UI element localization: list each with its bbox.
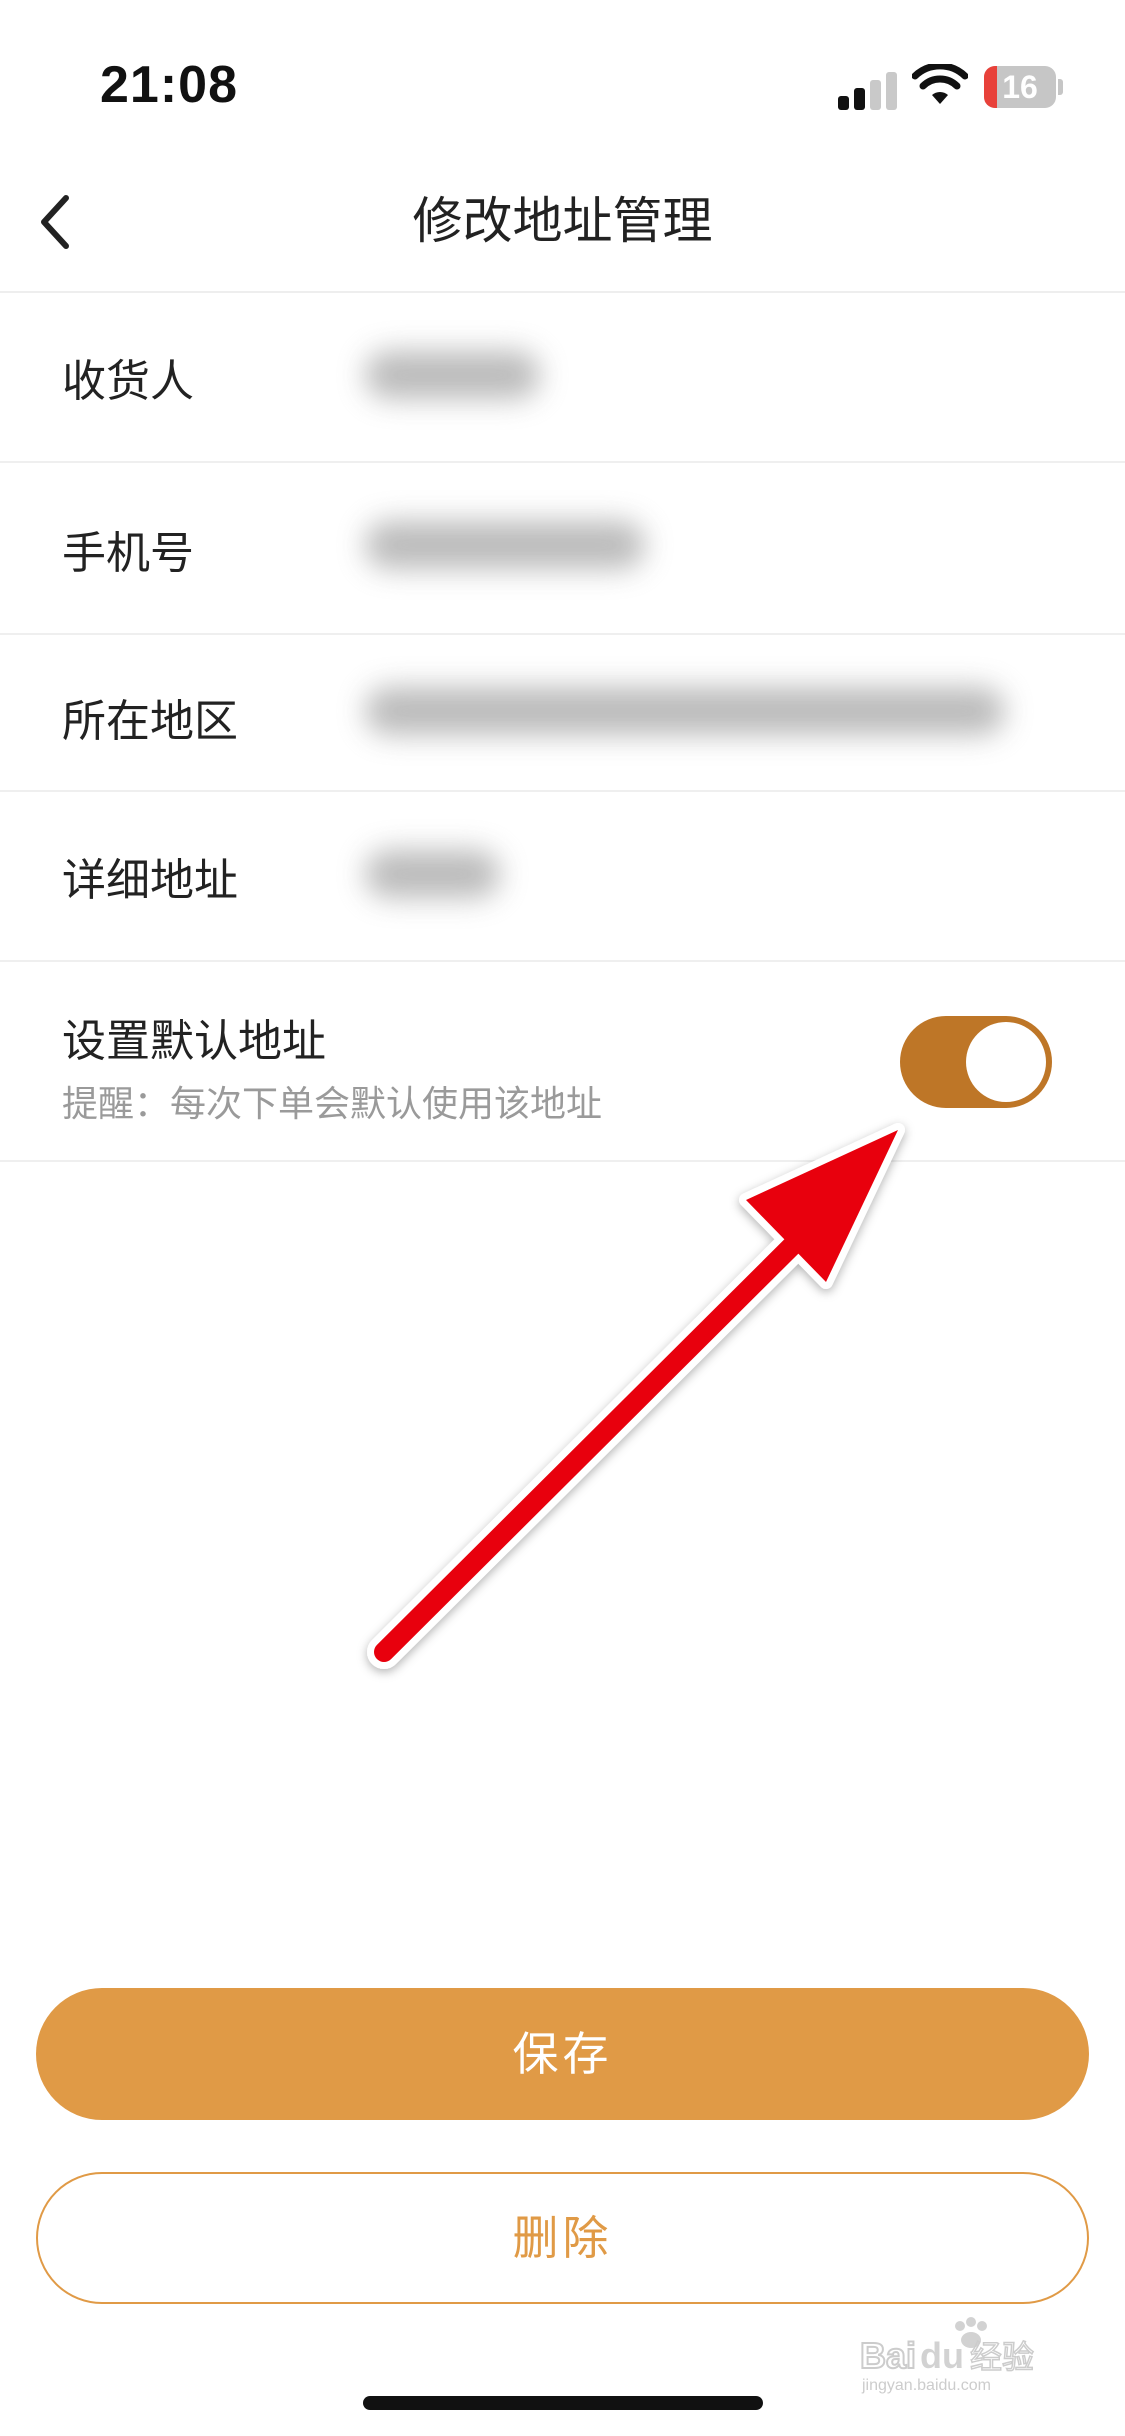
- chevron-left-icon[interactable]: [30, 182, 100, 262]
- form-row-region[interactable]: 所在地区: [0, 635, 1125, 792]
- receiver-label: 收货人: [62, 357, 194, 406]
- default-address-hint: 提醒：每次下单会默认使用该地址: [62, 1083, 603, 1124]
- status-bar: 21:08 16: [0, 0, 1125, 150]
- svg-text:du: du: [920, 2335, 964, 2376]
- baidu-jingyan-watermark-logo: Bai du 经验 jingyan.baidu.com: [859, 2317, 1035, 2394]
- page-title: 修改地址管理: [412, 193, 713, 249]
- status-time: 21:08: [100, 56, 238, 114]
- toggle-knob: [966, 1022, 1046, 1102]
- form-row-receiver[interactable]: 收货人: [0, 293, 1125, 463]
- wifi-icon: [912, 64, 968, 104]
- region-field-redacted[interactable]: [365, 687, 1005, 735]
- cellular-signal-icon: [838, 70, 898, 110]
- detail-address-label: 详细地址: [62, 856, 238, 905]
- svg-text:Bai: Bai: [860, 2335, 916, 2376]
- battery-icon: 16: [984, 66, 1063, 108]
- save-button[interactable]: 保存: [36, 1988, 1089, 2120]
- svg-text:jingyan.baidu.com: jingyan.baidu.com: [861, 2377, 991, 2394]
- default-address-label: 设置默认地址: [62, 1017, 326, 1066]
- phone-field-redacted[interactable]: [365, 521, 645, 569]
- nav-bar: 修改地址管理: [0, 150, 1125, 293]
- form-row-detail-address[interactable]: 详细地址: [0, 792, 1125, 962]
- receiver-field-redacted[interactable]: [365, 351, 540, 399]
- default-address-toggle[interactable]: [900, 1016, 1052, 1108]
- region-label: 所在地区: [62, 697, 238, 746]
- form-row-phone[interactable]: 手机号: [0, 463, 1125, 635]
- svg-text:经验: 经验: [970, 2338, 1034, 2376]
- delete-button[interactable]: 删除: [36, 2172, 1089, 2304]
- home-indicator[interactable]: [363, 2396, 763, 2410]
- detail-address-field-redacted[interactable]: [365, 850, 500, 898]
- phone-label: 手机号: [62, 529, 194, 578]
- battery-level: 16: [1002, 69, 1038, 105]
